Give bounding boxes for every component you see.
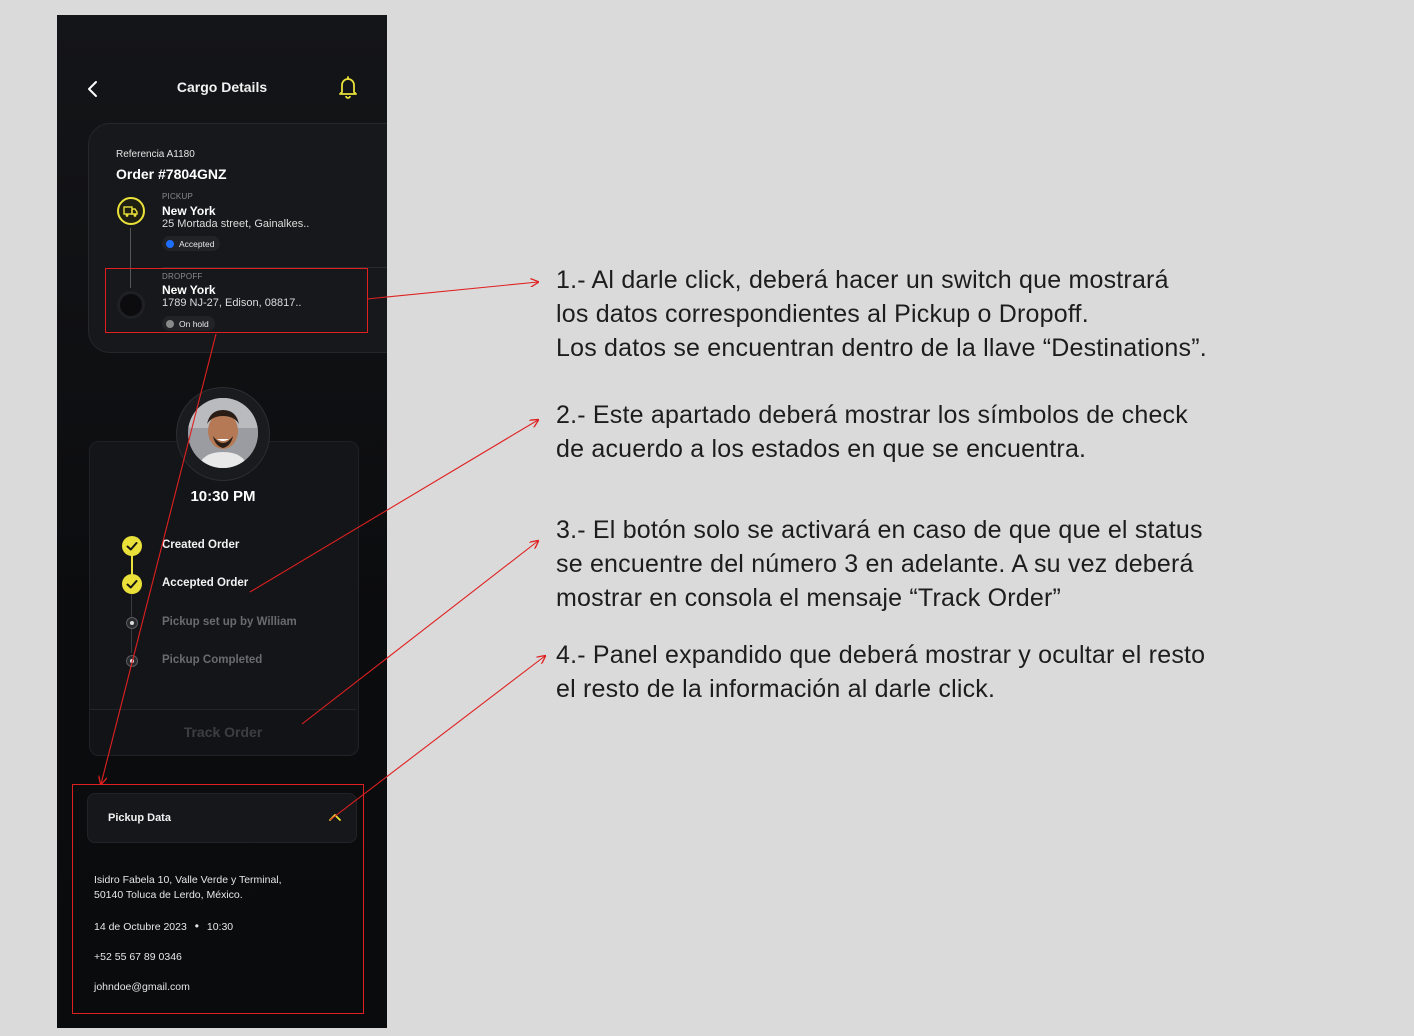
avatar — [188, 398, 258, 468]
pickup-email: johndoe@gmail.com — [94, 981, 190, 993]
phone-screen: Cargo Details Referencia A1180 Order #78… — [57, 15, 387, 1028]
pickup-phone: +52 55 67 89 0346 — [94, 951, 182, 963]
pickup-status-badge: Accepted — [162, 236, 221, 251]
note-3: 3.- El botón solo se activará en caso de… — [556, 513, 1203, 615]
dropoff-switch[interactable]: DROPOFF New York 1789 NJ-27, Edison, 088… — [149, 270, 387, 334]
pickup-address-line2: 50140 Toluca de Lerdo, México. — [94, 889, 243, 901]
note-2: 2.- Este apartado deberá mostrar los sím… — [556, 398, 1188, 466]
route-line — [130, 228, 131, 288]
divider — [162, 267, 387, 268]
pickup-date: 14 de Octubre 2023 — [94, 921, 187, 933]
note-2-line: de acuerdo a los estados en que se encue… — [556, 435, 1087, 463]
dropoff-status-badge: On hold — [162, 316, 215, 331]
note-4-line: el resto de la información al darle clic… — [556, 675, 996, 703]
status-dot-icon — [166, 239, 174, 248]
step-accepted-order: Accepted Order — [162, 577, 249, 589]
dropoff-marker-icon — [117, 291, 145, 319]
dropoff-tag: DROPOFF — [162, 272, 203, 281]
pickup-datetime: 14 de Octubre 2023 • 10:30 — [94, 919, 233, 935]
pending-dot-icon — [126, 655, 138, 667]
bullet-separator: • — [194, 919, 199, 933]
truck-icon — [117, 197, 145, 225]
note-2-line: 2.- Este apartado deberá mostrar los sím… — [556, 401, 1188, 429]
note-3-line: se encuentre del número 3 en adelante. A… — [556, 550, 1194, 578]
note-4: 4.- Panel expandido que deberá mostrar y… — [556, 638, 1205, 706]
order-number: Order #7804GNZ — [116, 166, 227, 182]
note-4-line: 4.- Panel expandido que deberá mostrar y… — [556, 641, 1206, 669]
note-1-line: 1.- Al darle click, deberá hacer un swit… — [556, 266, 1169, 294]
dropoff-address: 1789 NJ-27, Edison, 08817.. — [162, 297, 302, 309]
order-card: Referencia A1180 Order #7804GNZ PICKUP N… — [88, 123, 387, 353]
panel-title: Pickup Data — [108, 812, 171, 824]
chevron-up-icon[interactable] — [328, 811, 342, 823]
driver-time: 10:30 PM — [190, 488, 256, 505]
note-1-line: los datos correspondientes al Pickup o D… — [556, 300, 1089, 328]
pickup-address: 25 Mortada street, Gainalkes.. — [162, 218, 310, 230]
dropoff-status-label: On hold — [179, 318, 209, 329]
pickup-address-line1: Isidro Fabela 10, Valle Verde y Terminal… — [94, 874, 282, 886]
track-order-button[interactable]: Track Order — [90, 709, 356, 754]
dropoff-city: New York — [162, 283, 216, 297]
note-3-line: mostrar en consola el mensaje “Track Ord… — [556, 584, 1062, 612]
check-icon — [122, 574, 142, 594]
step-pickup-completed: Pickup Completed — [162, 654, 263, 666]
pickup-status-label: Accepted — [179, 238, 215, 249]
bell-icon[interactable] — [337, 75, 359, 99]
step-created-order: Created Order — [162, 539, 240, 551]
note-1-line: Los datos se encuentran dentro de la lla… — [556, 334, 1207, 362]
pending-dot-icon — [126, 617, 138, 629]
order-reference: Referencia A1180 — [116, 149, 195, 160]
pickup-tag: PICKUP — [162, 192, 193, 201]
note-1: 1.- Al darle click, deberá hacer un swit… — [556, 263, 1207, 365]
pickup-data-panel-toggle[interactable]: Pickup Data — [87, 793, 357, 843]
note-3-line: 3.- El botón solo se activará en caso de… — [556, 516, 1203, 544]
pickup-city: New York — [162, 204, 216, 218]
status-dot-icon — [166, 319, 174, 328]
pickup-time: 10:30 — [206, 921, 234, 933]
check-icon — [122, 536, 142, 556]
progress-line-done — [131, 555, 133, 575]
step-pickup-setup: Pickup set up by William — [162, 616, 297, 628]
